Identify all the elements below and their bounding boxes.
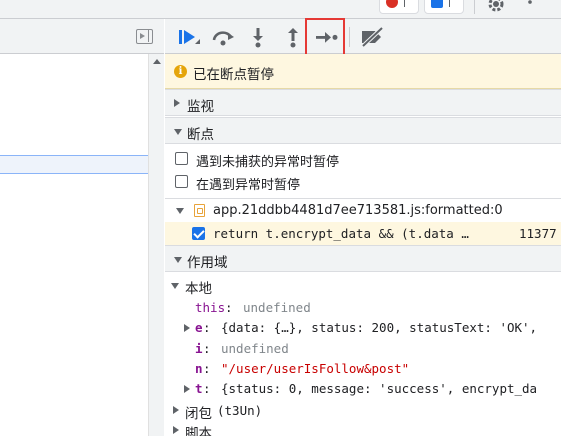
expand-arrow-icon xyxy=(174,99,180,107)
badge-divider xyxy=(449,0,450,7)
scope-sep: : xyxy=(203,361,211,376)
scope-key: i xyxy=(195,341,203,356)
scope-entry-t[interactable]: t: {status: 0, message: 'success', encry… xyxy=(165,379,561,399)
expand-arrow-icon xyxy=(173,406,179,414)
breakpoint-enabled-checkbox[interactable] xyxy=(192,227,205,240)
scope-sep: : xyxy=(225,300,233,315)
section-scope-label: 作用域 xyxy=(187,255,228,271)
scope-sep: : xyxy=(203,320,211,335)
scope-value: "/user/userIsFollow&post" xyxy=(221,361,410,376)
step-into-button[interactable] xyxy=(243,23,273,51)
source-editor-pane xyxy=(0,19,164,436)
pause-caught-checkbox[interactable] xyxy=(175,175,188,188)
scope-closure-header[interactable]: 闭包 (t3Un) xyxy=(165,400,561,422)
expand-arrow-icon xyxy=(173,426,179,434)
scope-entry-this[interactable]: this: undefined xyxy=(165,298,561,318)
section-watch[interactable]: 监视 xyxy=(165,89,561,116)
more-options-icon[interactable] xyxy=(524,0,536,14)
section-breakpoints-label: 断点 xyxy=(187,127,214,143)
resume-button[interactable] xyxy=(173,23,203,51)
editor-toolbar xyxy=(0,19,164,54)
gear-icon[interactable] xyxy=(486,0,506,14)
pause-caught-option[interactable]: 在遇到异常时暂停 xyxy=(165,171,561,193)
error-icon xyxy=(386,0,398,8)
scope-closure-name: (t3Un) xyxy=(217,403,263,418)
scope-key: n xyxy=(195,361,203,376)
scope-entry-n[interactable]: n: "/user/userIsFollow&post" xyxy=(165,359,561,379)
section-watch-label: 监视 xyxy=(187,99,214,115)
script-file-icon xyxy=(194,204,205,217)
step-into-icon xyxy=(253,28,263,48)
pause-uncaught-checkbox[interactable] xyxy=(175,152,188,165)
badge-divider xyxy=(404,0,405,7)
debugger-toolbar xyxy=(165,19,561,54)
step-out-icon xyxy=(288,28,298,48)
collapse-arrow-icon xyxy=(174,129,182,135)
scope-key: this xyxy=(195,300,226,315)
section-breakpoints[interactable]: 断点 xyxy=(165,117,561,144)
scroll-up-arrow-icon[interactable] xyxy=(153,59,161,64)
breakpoint-file-row[interactable]: app.21ddbb4481d7ee713581.js:formatted:0 xyxy=(165,198,561,222)
scope-key: t xyxy=(195,381,203,396)
paused-banner: i 已在断点暂停 xyxy=(165,54,561,89)
scope-entry-i[interactable]: i: undefined xyxy=(165,339,561,359)
step-over-icon xyxy=(212,31,234,46)
breakpoint-code: return t.encrypt_data && (t.data … xyxy=(213,226,469,241)
toolbar-divider xyxy=(349,27,350,47)
pause-uncaught-label: 遇到未捕获的异常时暂停 xyxy=(196,155,340,170)
debugger-sidebar: i 已在断点暂停 监视 断点 遇到未捕获的异常时暂停 在遇到异常时暂停 app.… xyxy=(165,54,561,436)
message-icon xyxy=(431,0,443,8)
collapse-arrow-icon xyxy=(176,208,184,214)
collapse-arrow-icon xyxy=(171,283,179,289)
message-count-badge[interactable] xyxy=(424,0,464,14)
scope-sep: : xyxy=(203,341,211,356)
breakpoint-file-name: app.21ddbb4481d7ee713581.js:formatted:0 xyxy=(213,203,503,218)
current-line-highlight xyxy=(0,155,148,174)
error-count-badge[interactable] xyxy=(379,0,419,14)
scope-entry-e[interactable]: e: {data: {…}, status: 200, statusText: … xyxy=(165,318,561,338)
scope-value: {data: {…}, status: 200, statusText: 'OK… xyxy=(221,320,538,335)
expand-arrow-icon xyxy=(184,385,190,393)
scope-local-header[interactable]: 本地 xyxy=(165,275,561,297)
scope-sep: : xyxy=(203,381,211,396)
scope-script-header[interactable]: 脚本 xyxy=(165,420,561,436)
scope-local-label: 本地 xyxy=(185,281,212,297)
paused-text: 已在断点暂停 xyxy=(193,67,274,83)
top-toolbar-strip xyxy=(0,0,561,19)
step-button-highlight xyxy=(305,18,345,56)
pause-uncaught-option[interactable]: 遇到未捕获的异常时暂停 xyxy=(165,148,561,170)
resume-icon xyxy=(179,30,200,44)
pause-caught-label: 在遇到异常时暂停 xyxy=(196,178,301,193)
deactivate-breakpoints-button[interactable] xyxy=(357,23,387,51)
scope-closure-label: 闭包 xyxy=(185,406,212,422)
info-icon: i xyxy=(174,65,187,78)
scope-script-label: 脚本 xyxy=(185,426,212,436)
deactivate-breakpoints-icon xyxy=(361,26,384,48)
scope-value: {status: 0, message: 'success', encrypt_… xyxy=(221,381,538,396)
section-scope[interactable]: 作用域 xyxy=(165,245,561,272)
step-over-button[interactable] xyxy=(208,23,238,51)
step-out-button[interactable] xyxy=(278,23,308,51)
scope-value: undefined xyxy=(243,300,311,315)
breakpoint-line-row[interactable]: return t.encrypt_data && (t.data … 11377 xyxy=(165,222,561,245)
scrollbar[interactable] xyxy=(148,54,164,436)
breakpoint-line-number: 11377 xyxy=(519,226,557,241)
scope-value: undefined xyxy=(221,341,289,356)
toolbar-divider xyxy=(474,0,475,14)
collapse-arrow-icon xyxy=(174,257,182,263)
toggle-sidebar-icon[interactable] xyxy=(136,29,153,44)
scope-key: e xyxy=(195,320,203,335)
expand-arrow-icon xyxy=(184,324,190,332)
